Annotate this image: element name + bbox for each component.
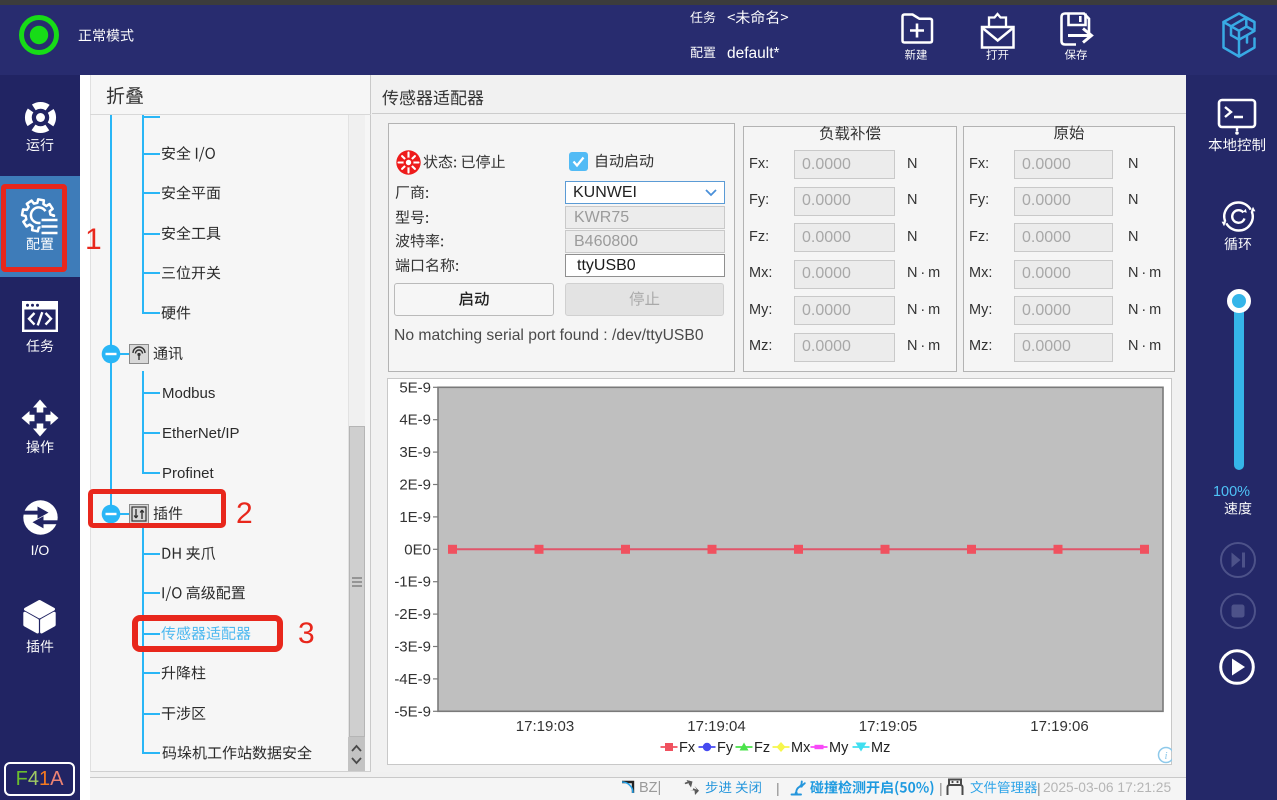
svg-text:-5E-9: -5E-9 (394, 703, 431, 720)
svg-text:3E-9: 3E-9 (399, 444, 431, 461)
svg-text:-1E-9: -1E-9 (394, 574, 431, 591)
svg-text:4E-9: 4E-9 (399, 412, 431, 429)
svg-text:Mz: Mz (871, 740, 890, 756)
svg-text:My: My (829, 740, 849, 756)
svg-text:-2E-9: -2E-9 (394, 606, 431, 623)
svg-text:17:19:05: 17:19:05 (859, 718, 917, 735)
svg-text:2E-9: 2E-9 (399, 477, 431, 494)
svg-text:i: i (1164, 750, 1167, 762)
svg-text:5E-9: 5E-9 (399, 379, 431, 396)
svg-text:Fx: Fx (679, 740, 696, 756)
svg-text:Mx: Mx (791, 740, 811, 756)
svg-text:-3E-9: -3E-9 (394, 639, 431, 656)
svg-text:0E0: 0E0 (404, 541, 431, 558)
svg-text:Fy: Fy (717, 740, 734, 756)
svg-text:-4E-9: -4E-9 (394, 671, 431, 688)
svg-text:Fz: Fz (754, 740, 770, 756)
svg-text:1E-9: 1E-9 (399, 509, 431, 526)
svg-text:17:19:04: 17:19:04 (687, 718, 745, 735)
svg-text:17:19:03: 17:19:03 (516, 718, 574, 735)
svg-text:17:19:06: 17:19:06 (1030, 718, 1088, 735)
